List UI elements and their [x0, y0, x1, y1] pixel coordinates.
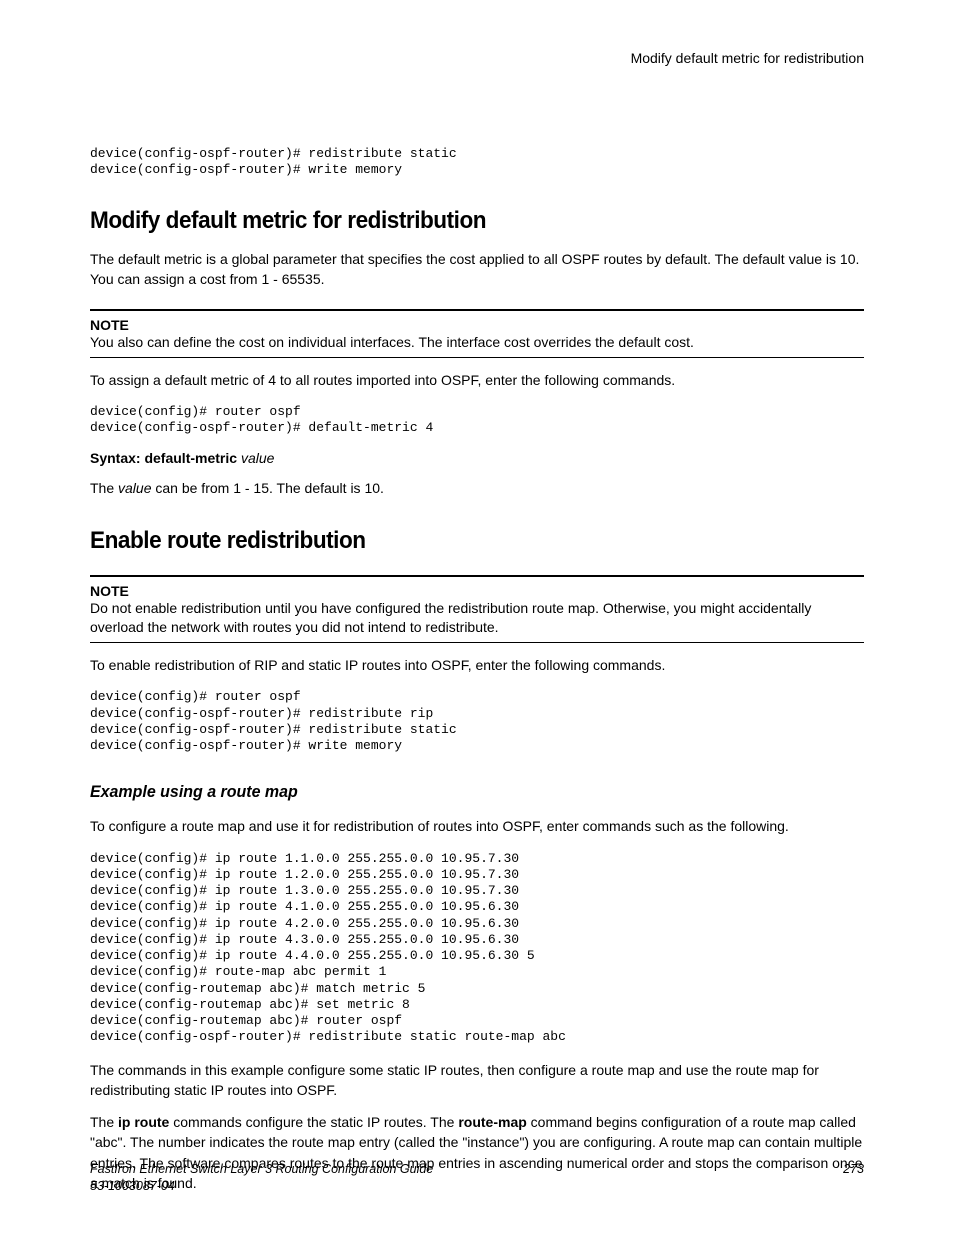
note-text: Do not enable redistribution until you h…: [90, 599, 864, 643]
text: can be from 1 - 15. The default is 10.: [151, 480, 383, 496]
syntax-keyword: Syntax: default-metric: [90, 450, 237, 466]
intro-paragraph: The default metric is a global parameter…: [90, 249, 864, 290]
italic-value: value: [118, 480, 151, 496]
code-block-route-map: device(config)# ip route 1.1.0.0 255.255…: [90, 851, 864, 1046]
bold-cmd: route-map: [458, 1114, 526, 1130]
code-block-top: device(config-ospf-router)# redistribute…: [90, 146, 864, 179]
syntax-arg: value: [241, 450, 274, 466]
running-header: Modify default metric for redistribution: [90, 50, 864, 66]
value-description: The value can be from 1 - 15. The defaul…: [90, 478, 864, 498]
note-label: NOTE: [90, 311, 864, 333]
code-block-redistribute: device(config)# router ospf device(confi…: [90, 689, 864, 754]
note-label: NOTE: [90, 577, 864, 599]
text: commands configure the static IP routes.…: [169, 1114, 458, 1130]
heading-modify-default-metric: Modify default metric for redistribution: [90, 207, 818, 235]
note-text: You also can define the cost on individu…: [90, 333, 864, 358]
heading-example-route-map: Example using a route map: [90, 782, 818, 802]
body-text: The commands in this example configure s…: [90, 1060, 864, 1101]
text: The: [90, 1114, 118, 1130]
heading-enable-redistribution: Enable route redistribution: [90, 527, 818, 555]
footer-title: FastIron Ethernet Switch Layer 3 Routing…: [90, 1162, 433, 1176]
bold-cmd: ip route: [118, 1114, 169, 1130]
footer-left: FastIron Ethernet Switch Layer 3 Routing…: [90, 1161, 433, 1195]
body-text: To configure a route map and use it for …: [90, 816, 864, 836]
syntax-line: Syntax: default-metric value: [90, 450, 864, 466]
code-block-default-metric: device(config)# router ospf device(confi…: [90, 404, 864, 437]
footer-doc-id: 53-1003087-04: [90, 1179, 175, 1193]
footer-page-number: 273: [843, 1161, 864, 1195]
text: The: [90, 480, 118, 496]
body-text: To assign a default metric of 4 to all r…: [90, 370, 864, 390]
page-footer: FastIron Ethernet Switch Layer 3 Routing…: [90, 1161, 864, 1195]
body-text: To enable redistribution of RIP and stat…: [90, 655, 864, 675]
